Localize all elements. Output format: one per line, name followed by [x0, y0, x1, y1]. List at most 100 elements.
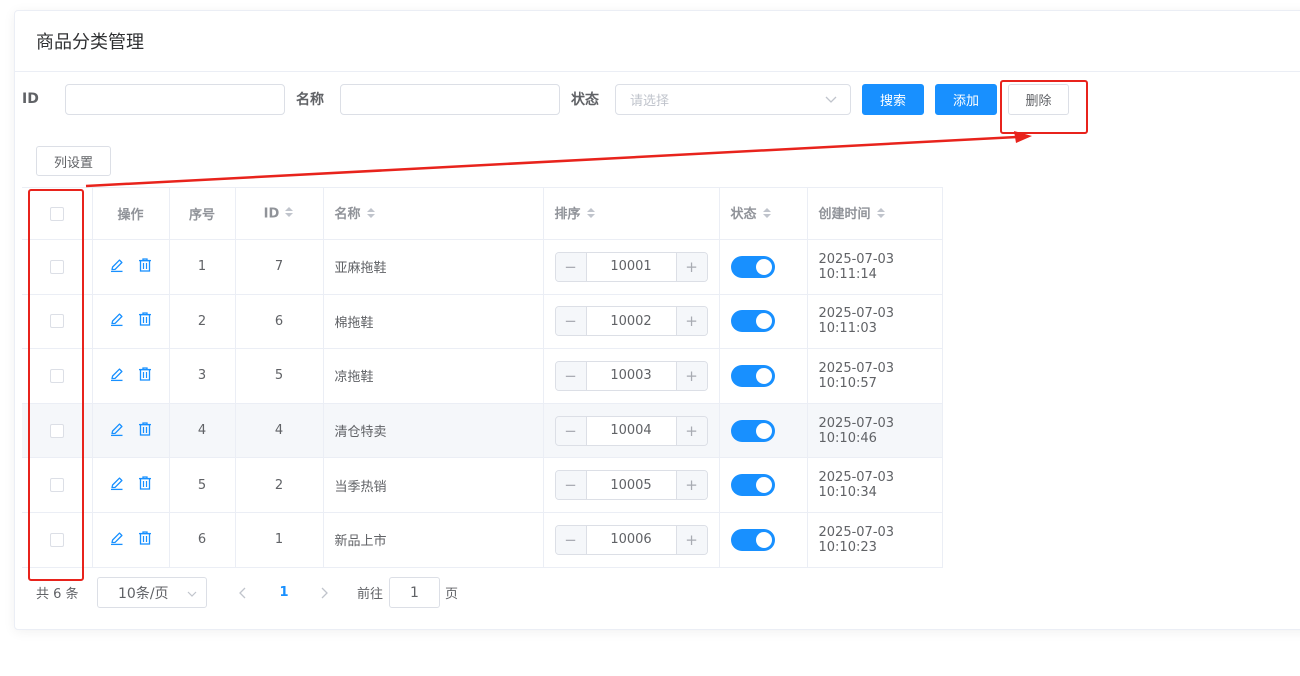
sort-stepper[interactable]: −10006 + [554, 524, 708, 555]
status-toggle[interactable] [730, 364, 775, 387]
increment-button[interactable]: + [675, 525, 707, 554]
prev-page-button[interactable] [233, 587, 253, 599]
row-status-cell [719, 457, 808, 513]
trash-icon[interactable] [137, 421, 153, 441]
page-title: 商品分类管理 [15, 11, 1300, 72]
sort-value[interactable]: 10002 [586, 307, 676, 336]
row-created: 2025-07-03 10:11:14 [807, 239, 943, 295]
row-created: 2025-07-03 10:10:23 [807, 512, 943, 568]
column-settings-button[interactable]: 列设置 [36, 146, 111, 176]
decrement-button[interactable]: − [555, 525, 587, 554]
row-select-cell[interactable] [22, 403, 93, 459]
edit-icon[interactable] [109, 475, 125, 495]
status-toggle[interactable] [730, 255, 775, 278]
add-button[interactable]: 添加 [935, 83, 997, 115]
trash-icon[interactable] [137, 257, 153, 277]
decrement-button[interactable]: − [555, 416, 587, 445]
row-status-cell [719, 512, 808, 568]
row-select-cell[interactable] [22, 512, 93, 568]
chevron-right-icon [321, 587, 328, 598]
row-index: 4 [169, 403, 236, 459]
sort-icon[interactable] [876, 206, 886, 224]
page-suffix: 页 [445, 587, 459, 602]
increment-button[interactable]: + [675, 252, 707, 281]
row-checkbox[interactable] [49, 423, 64, 438]
goto-page-input[interactable]: 1 [389, 577, 441, 608]
sort-icon[interactable] [366, 206, 376, 224]
row-select-cell[interactable] [22, 294, 93, 350]
delete-button[interactable]: 删除 [1008, 83, 1069, 115]
status-label: 状态 [571, 92, 599, 108]
status-toggle[interactable] [730, 528, 775, 551]
row-id: 5 [235, 348, 324, 404]
id-input[interactable] [65, 83, 285, 115]
search-button[interactable]: 搜索 [862, 83, 924, 115]
goto-label: 前往 [357, 587, 384, 602]
sort-value[interactable]: 10004 [586, 416, 676, 445]
row-select-cell[interactable] [22, 348, 93, 404]
header-name[interactable]: 名称 [323, 187, 544, 240]
increment-button[interactable]: + [675, 416, 707, 445]
status-toggle[interactable] [730, 310, 775, 333]
sort-stepper[interactable]: −10002 + [554, 306, 708, 337]
header-status[interactable]: 状态 [719, 187, 808, 240]
trash-icon[interactable] [137, 366, 153, 386]
decrement-button[interactable]: − [555, 307, 587, 336]
trash-icon[interactable] [137, 530, 153, 550]
sort-icon[interactable] [586, 206, 596, 224]
sort-value[interactable]: 10005 [586, 471, 676, 500]
increment-button[interactable]: + [675, 361, 707, 390]
edit-icon[interactable] [109, 257, 125, 277]
page-size-select[interactable]: 10条/页 [97, 577, 207, 608]
next-page-button[interactable] [314, 587, 334, 599]
decrement-button[interactable]: − [555, 361, 587, 390]
edit-icon[interactable] [109, 366, 125, 386]
status-toggle[interactable] [730, 474, 775, 497]
header-select-all[interactable] [22, 187, 93, 240]
page-size-value: 10条/页 [118, 585, 169, 602]
row-created: 2025-07-03 10:11:03 [807, 294, 943, 350]
row-checkbox[interactable] [49, 259, 64, 274]
edit-icon[interactable] [109, 421, 125, 441]
trash-icon[interactable] [137, 311, 153, 331]
sort-icon[interactable] [284, 205, 294, 223]
row-checkbox[interactable] [49, 368, 64, 383]
sort-value[interactable]: 10006 [586, 525, 676, 554]
sort-stepper[interactable]: −10005 + [554, 470, 708, 501]
row-sort-cell: −10006 + [543, 512, 720, 568]
decrement-button[interactable]: − [555, 252, 587, 281]
row-select-cell[interactable] [22, 457, 93, 513]
edit-icon[interactable] [109, 311, 125, 331]
row-checkbox[interactable] [49, 314, 64, 329]
increment-button[interactable]: + [675, 307, 707, 336]
row-actions-cell [92, 457, 170, 513]
row-checkbox[interactable] [49, 478, 64, 493]
trash-icon[interactable] [137, 475, 153, 495]
status-toggle[interactable] [730, 419, 775, 442]
sort-stepper[interactable]: −10004 + [554, 415, 708, 446]
row-select-cell[interactable] [22, 239, 93, 295]
edit-icon[interactable] [109, 530, 125, 550]
select-all-checkbox[interactable] [49, 206, 64, 221]
table-row: 3 5 凉拖鞋 −10003 +2025-07-03 10:10:57 [22, 348, 943, 404]
status-select[interactable]: 请选择 [615, 83, 851, 115]
sort-stepper[interactable]: −10001 + [554, 251, 708, 282]
page-number-current[interactable]: 1 [276, 585, 292, 600]
increment-button[interactable]: + [675, 471, 707, 500]
header-name-label: 名称 [334, 207, 361, 223]
header-sort-label: 排序 [554, 207, 581, 223]
name-input[interactable] [340, 83, 560, 115]
header-sort[interactable]: 排序 [543, 187, 720, 240]
header-id[interactable]: ID [235, 187, 324, 240]
header-actions: 操作 [92, 187, 170, 240]
row-checkbox[interactable] [49, 532, 64, 547]
table-row: 6 1 新品上市 −10006 +2025-07-03 10:10:23 [22, 512, 943, 568]
sort-stepper[interactable]: −10003 + [554, 360, 708, 391]
sort-value[interactable]: 10001 [586, 252, 676, 281]
row-name: 清仓特卖 [323, 403, 544, 459]
row-actions-cell [92, 512, 170, 568]
header-created[interactable]: 创建时间 [807, 187, 943, 240]
sort-icon[interactable] [762, 206, 772, 224]
decrement-button[interactable]: − [555, 471, 587, 500]
sort-value[interactable]: 10003 [586, 361, 676, 390]
